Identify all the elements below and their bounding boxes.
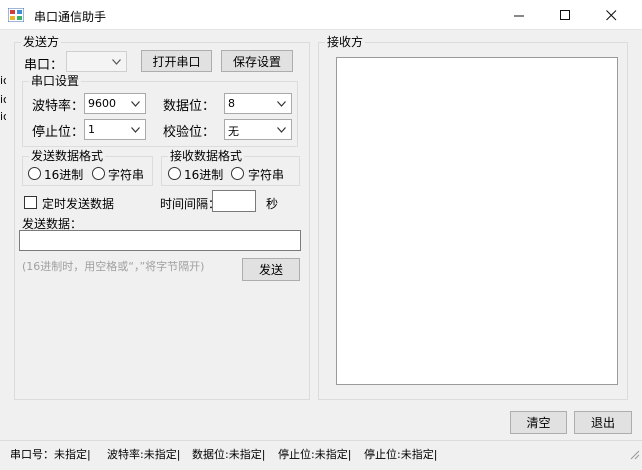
baud-select[interactable]: 9600 xyxy=(84,93,146,114)
send-data-input[interactable] xyxy=(19,230,301,251)
send-format-legend: 发送数据格式 xyxy=(31,149,104,163)
clipped-text: ic xyxy=(0,74,6,86)
resize-grip-icon[interactable] xyxy=(628,448,640,460)
serial-settings-legend: 串口设置 xyxy=(31,74,80,88)
send-hex-label: 16进制 xyxy=(44,168,84,182)
port-select[interactable] xyxy=(66,51,127,72)
minimize-icon xyxy=(513,15,524,16)
chevron-down-icon xyxy=(108,53,125,70)
send-button[interactable]: 发送 xyxy=(242,258,300,281)
recv-hex-radio[interactable] xyxy=(168,167,181,180)
stopbits-label: 停止位： xyxy=(32,125,85,140)
send-string-label: 字符串 xyxy=(108,168,145,182)
send-hex-radio[interactable] xyxy=(28,167,41,180)
send-panel-legend: 发送方 xyxy=(23,35,60,49)
recv-string-label: 字符串 xyxy=(248,168,285,182)
status-port: 串口号：未指定| xyxy=(10,448,91,461)
receive-textarea[interactable] xyxy=(336,57,618,385)
minimize-button[interactable] xyxy=(496,0,542,30)
status-baud: 波特率:未指定| xyxy=(107,448,181,461)
recv-hex-label: 16进制 xyxy=(184,168,224,182)
timed-send-label: 定时发送数据 xyxy=(42,197,115,211)
chevron-down-icon xyxy=(127,95,144,112)
maximize-button[interactable] xyxy=(542,0,588,30)
close-button[interactable] xyxy=(588,0,634,30)
close-icon xyxy=(605,9,616,20)
chevron-down-icon xyxy=(273,95,290,112)
app-icon xyxy=(8,8,24,22)
status-bar: 串口号：未指定| 波特率:未指定| 数据位:未指定| 停止位:未指定| 停止位:… xyxy=(0,440,642,462)
status-stopbits: 停止位:未指定| xyxy=(278,448,352,461)
clipped-text: ic xyxy=(0,110,6,122)
interval-input[interactable] xyxy=(212,190,256,212)
chevron-down-icon xyxy=(127,121,144,138)
send-hint: (16进制时，用空格或“，”将字节隔开) xyxy=(22,260,205,273)
databits-value: 8 xyxy=(228,97,235,110)
port-label: 串口： xyxy=(24,58,64,73)
window-title: 串口通信助手 xyxy=(34,10,107,24)
baud-value: 9600 xyxy=(88,97,116,110)
databits-select[interactable]: 8 xyxy=(224,93,292,114)
parity-label: 校验位： xyxy=(163,125,216,140)
stopbits-value: 1 xyxy=(88,123,95,136)
status-databits: 数据位:未指定| xyxy=(192,448,266,461)
interval-unit: 秒 xyxy=(266,197,279,211)
chevron-down-icon xyxy=(273,121,290,138)
exit-button[interactable]: 退出 xyxy=(574,411,632,434)
status-stopbits-2: 停止位:未指定| xyxy=(364,448,438,461)
interval-label: 时间间隔： xyxy=(160,197,221,211)
stopbits-select[interactable]: 1 xyxy=(84,119,146,140)
parity-value: 无 xyxy=(228,125,239,138)
clear-button[interactable]: 清空 xyxy=(510,411,567,434)
recv-format-legend: 接收数据格式 xyxy=(170,149,243,163)
parity-select[interactable]: 无 xyxy=(224,119,292,140)
save-settings-button[interactable]: 保存设置 xyxy=(221,50,293,72)
databits-label: 数据位： xyxy=(163,99,216,114)
timed-send-checkbox[interactable] xyxy=(24,196,37,209)
baud-label: 波特率： xyxy=(32,99,85,114)
maximize-icon xyxy=(559,9,570,20)
send-string-radio[interactable] xyxy=(92,167,105,180)
recv-string-radio[interactable] xyxy=(231,167,244,180)
receive-panel-legend: 接收方 xyxy=(327,35,364,49)
clipped-text: ic xyxy=(0,93,6,105)
open-port-button[interactable]: 打开串口 xyxy=(141,50,212,72)
title-bar: 串口通信助手 xyxy=(0,0,642,30)
